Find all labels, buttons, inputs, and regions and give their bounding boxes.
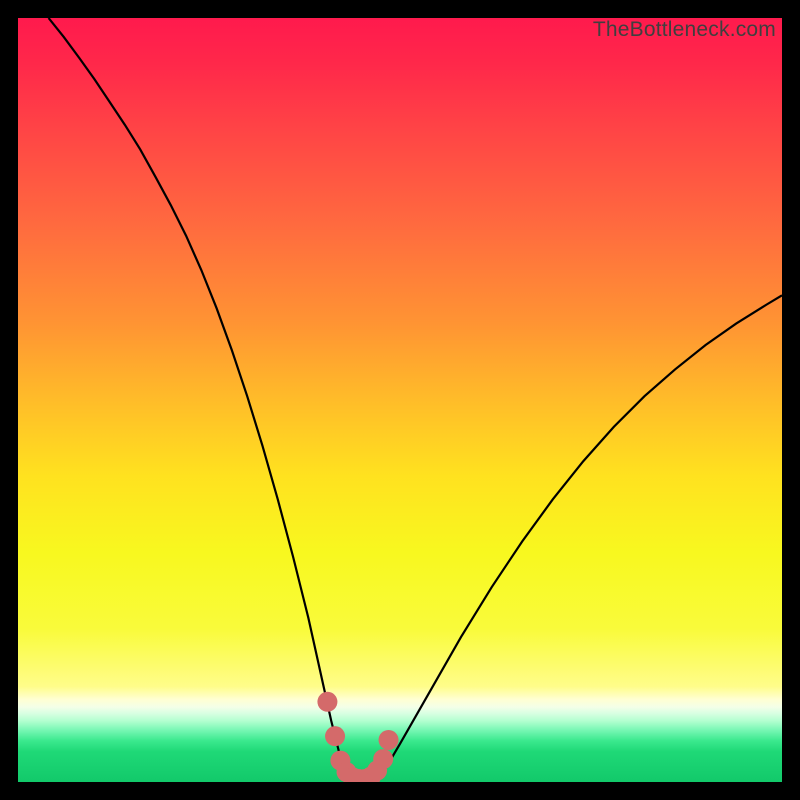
highlight-marker [317,692,337,712]
highlight-marker [325,726,345,746]
bottleneck-curve [49,18,782,780]
highlight-marker [379,730,399,750]
highlight-marker [373,749,393,769]
chart-svg [18,18,782,782]
chart-frame: TheBottleneck.com [18,18,782,782]
bottom-highlight-markers [317,692,398,782]
